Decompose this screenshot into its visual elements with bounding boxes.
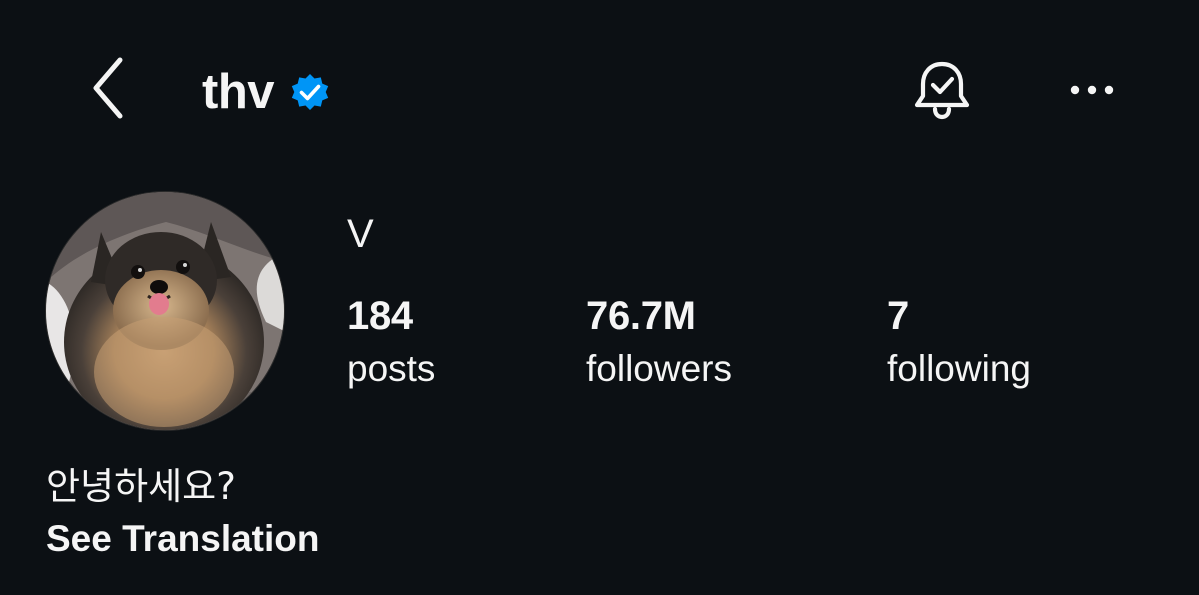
back-button[interactable] [78,55,138,125]
verified-badge-icon [288,70,332,114]
more-options-button[interactable] [1062,70,1122,114]
notifications-button[interactable] [908,58,976,126]
following-stat[interactable]: 7 following [887,296,1031,387]
username-title: thv [202,60,332,124]
chevron-left-icon [88,56,128,125]
profile-header: thv [0,0,1199,180]
following-label: following [887,348,1031,389]
profile-bio: 안녕하세요? [46,465,236,508]
followers-label: followers [586,348,732,389]
posts-count: 184 [347,294,413,338]
followers-stat[interactable]: 76.7M followers [586,296,732,387]
followers-count: 76.7M [586,294,696,338]
notification-bell-check-icon [911,58,973,127]
display-name: V [347,212,374,256]
more-horizontal-icon [1069,83,1115,101]
username: thv [202,64,275,119]
posts-stat[interactable]: 184 posts [347,296,435,387]
following-count: 7 [887,294,909,338]
see-translation-link[interactable]: See Translation [46,520,320,557]
profile-avatar[interactable] [45,191,285,431]
profile-photo-pomeranian [46,192,284,430]
posts-label: posts [347,348,436,389]
